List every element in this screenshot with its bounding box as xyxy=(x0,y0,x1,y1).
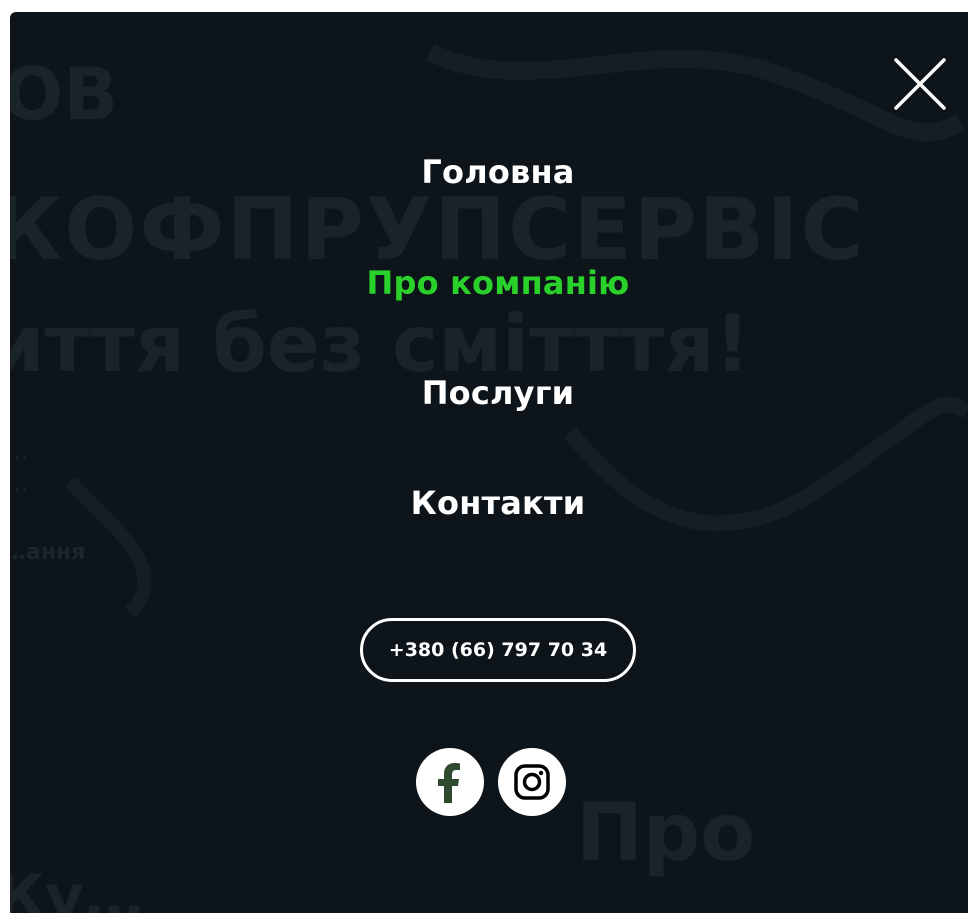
mobile-menu-overlay: ОВ КОФПРУПСЕРВІС иття без смітття! … … …… xyxy=(10,12,968,913)
nav-item-services[interactable]: Послуги xyxy=(10,373,968,413)
nav-item-contacts[interactable]: Контакти xyxy=(10,483,968,523)
facebook-icon xyxy=(438,763,460,803)
facebook-link[interactable] xyxy=(416,748,484,816)
nav-item-about[interactable]: Про компанію xyxy=(10,263,968,303)
page-frame: ОВ КОФПРУПСЕРВІС иття без смітття! … … …… xyxy=(0,0,968,913)
instagram-icon xyxy=(514,764,550,800)
social-links xyxy=(416,748,576,816)
phone-button[interactable]: +380 (66) 797 70 34 xyxy=(360,618,636,682)
instagram-link[interactable] xyxy=(498,748,566,816)
nav-item-home[interactable]: Головна xyxy=(10,152,968,192)
